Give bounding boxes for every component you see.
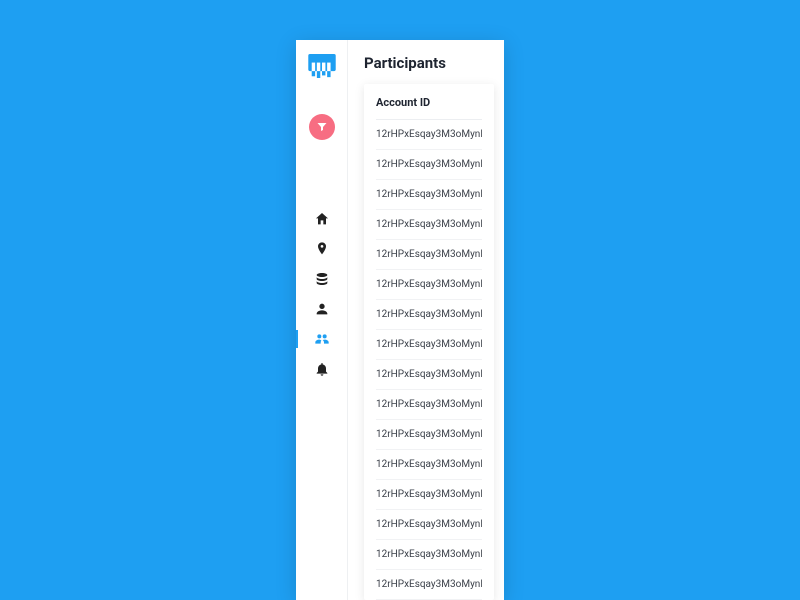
table-row[interactable]: 12rHPxEsqay3M3oMynENzy3 [376,270,482,300]
sidebar-item-location[interactable] [296,234,347,264]
sidebar-item-user[interactable] [296,294,347,324]
table-row[interactable]: 12rHPxEsqay3M3oMynENzy3 [376,300,482,330]
app-frame: Participants Account ID 12rHPxEsqay3M3oM… [296,40,504,600]
main-content: Participants Account ID 12rHPxEsqay3M3oM… [348,40,504,600]
app-logo [308,54,336,78]
sidebar-item-participants[interactable] [296,324,347,354]
table-row[interactable]: 12rHPxEsqay3M3oMynENzy3 [376,150,482,180]
table-row[interactable]: 12rHPxEsqay3M3oMynENzy3 [376,510,482,540]
column-header-account-id[interactable]: Account ID [376,96,482,120]
table-row[interactable]: 12rHPxEsqay3M3oMynENzy3 [376,210,482,240]
map-pin-icon [314,241,330,257]
participants-table: Account ID 12rHPxEsqay3M3oMynENzy312rHPx… [364,84,494,600]
table-row[interactable]: 12rHPxEsqay3M3oMynENzy3 [376,120,482,150]
table-row[interactable]: 12rHPxEsqay3M3oMynENzy3 [376,180,482,210]
table-row[interactable]: 12rHPxEsqay3M3oMynENzy3 [376,570,482,600]
table-row[interactable]: 12rHPxEsqay3M3oMynENzy3 [376,540,482,570]
user-icon [314,301,330,317]
sidebar [296,40,348,600]
sidebar-item-notifications[interactable] [296,354,347,384]
home-icon [314,211,330,227]
table-row[interactable]: 12rHPxEsqay3M3oMynENzy3 [376,240,482,270]
table-row[interactable]: 12rHPxEsqay3M3oMynENzy3 [376,390,482,420]
filter-icon [316,121,328,133]
avatar[interactable] [309,114,335,140]
table-row[interactable]: 12rHPxEsqay3M3oMynENzy3 [376,330,482,360]
participants-card: Account ID 12rHPxEsqay3M3oMynENzy312rHPx… [364,84,494,600]
database-icon [314,271,330,287]
sidebar-item-home[interactable] [296,204,347,234]
sidebar-nav [296,204,347,384]
bell-icon [314,361,330,377]
table-row[interactable]: 12rHPxEsqay3M3oMynENzy3 [376,480,482,510]
table-row[interactable]: 12rHPxEsqay3M3oMynENzy3 [376,450,482,480]
sidebar-item-database[interactable] [296,264,347,294]
page-title: Participants [364,54,494,72]
table-row[interactable]: 12rHPxEsqay3M3oMynENzy3 [376,360,482,390]
users-icon [314,331,330,347]
table-row[interactable]: 12rHPxEsqay3M3oMynENzy3 [376,420,482,450]
